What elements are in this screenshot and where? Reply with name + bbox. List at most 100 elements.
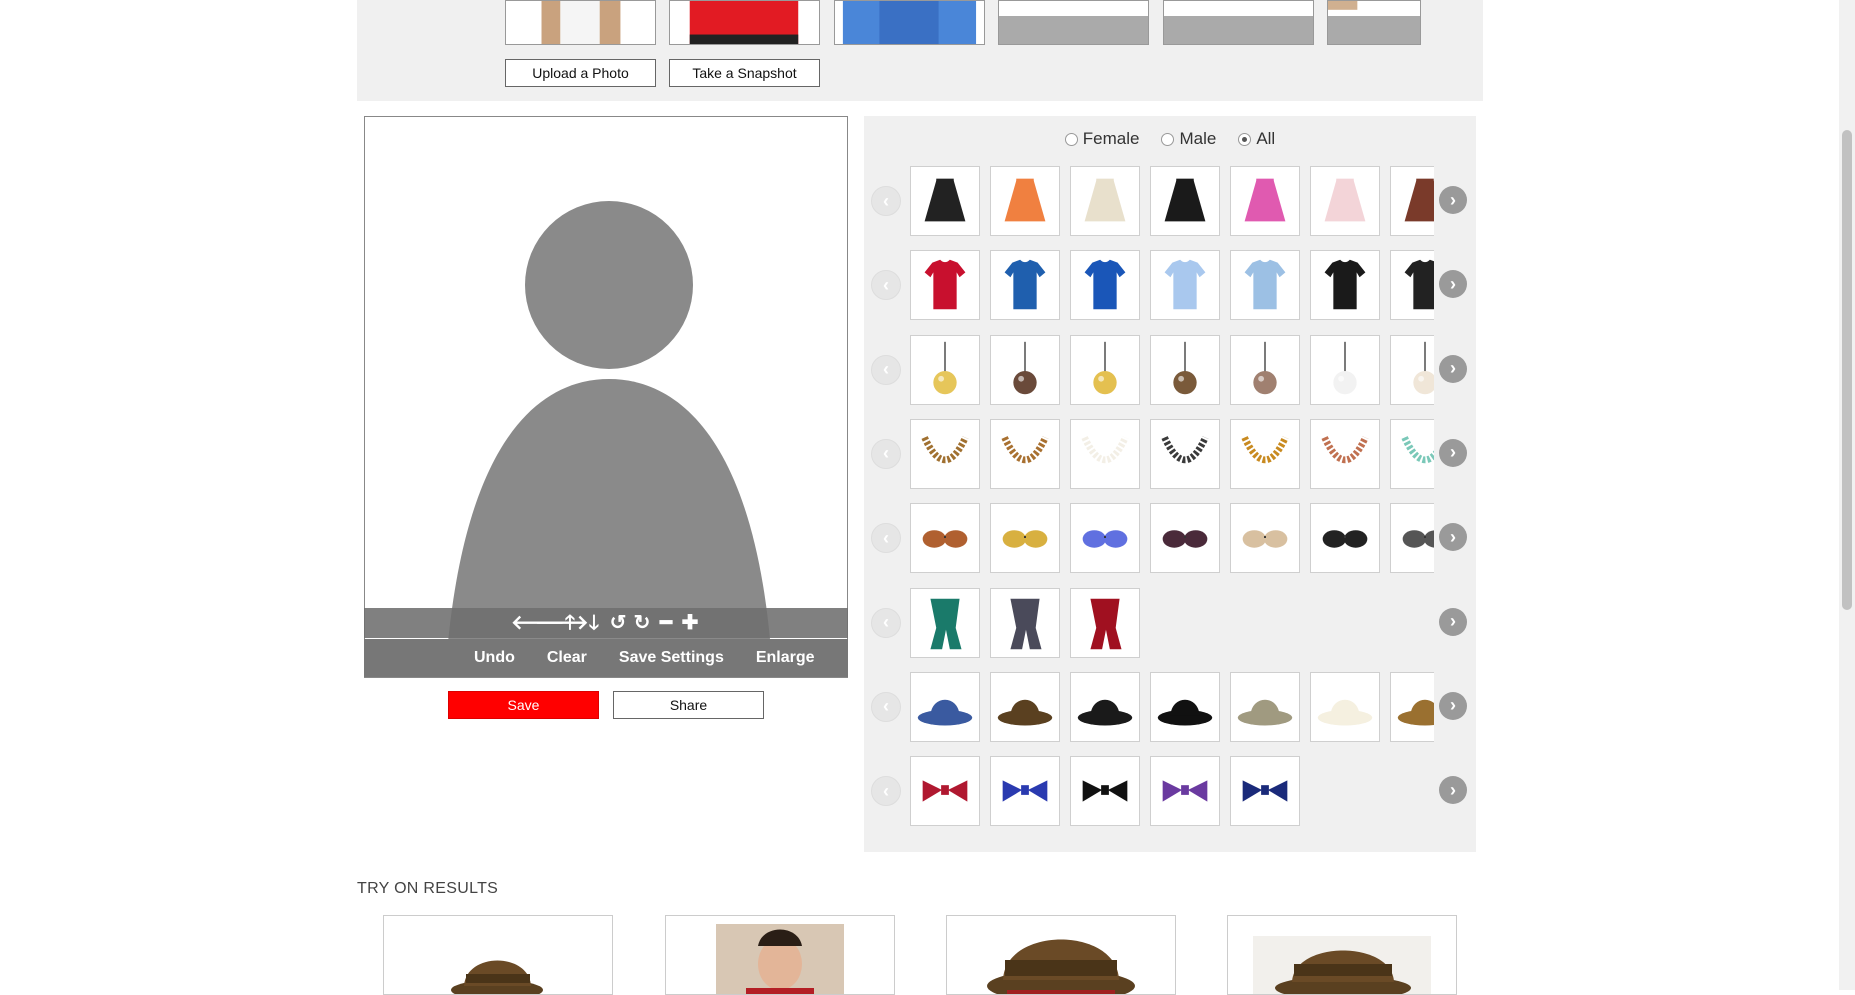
necklaces-item[interactable] — [910, 418, 980, 489]
grow-icon[interactable]: ✚ — [679, 613, 701, 633]
save-settings-button[interactable]: Save Settings — [619, 649, 724, 667]
move-right-icon[interactable]: 🡒 — [535, 613, 589, 633]
scroll-left-icon[interactable]: ‹ — [871, 270, 901, 301]
earrings-item[interactable] — [990, 334, 1060, 405]
result-card[interactable] — [665, 915, 895, 995]
save-button[interactable]: Save — [448, 691, 599, 719]
skirts-item[interactable] — [1230, 166, 1300, 236]
skirts-item[interactable] — [1070, 166, 1140, 236]
sunglasses-item[interactable] — [1150, 503, 1220, 574]
earrings-item[interactable] — [1390, 334, 1434, 405]
hats-item[interactable] — [1390, 671, 1434, 742]
scroll-right-icon[interactable]: › — [1439, 607, 1467, 636]
ties-item[interactable] — [990, 756, 1060, 827]
scroll-left-icon[interactable]: ‹ — [871, 607, 901, 638]
skirts-item[interactable] — [1390, 166, 1434, 236]
empty-photo-slot[interactable] — [1327, 0, 1421, 45]
earrings-item[interactable] — [1230, 334, 1300, 405]
hats-item[interactable] — [910, 671, 980, 742]
necklaces-item[interactable] — [1230, 418, 1300, 489]
scroll-left-icon[interactable]: ‹ — [871, 186, 901, 216]
scroll-right-icon[interactable]: › — [1439, 354, 1467, 383]
move-left-icon[interactable]: 🡐 — [511, 613, 565, 633]
tops-item[interactable] — [990, 250, 1060, 321]
sunglasses-item[interactable] — [990, 503, 1060, 574]
sunglasses-item[interactable] — [910, 503, 980, 574]
move-down-icon[interactable]: 🡓 — [583, 613, 605, 633]
gender-radio[interactable] — [1064, 132, 1078, 146]
scroll-right-icon[interactable]: › — [1439, 776, 1467, 805]
rotate-right-icon[interactable]: ↻ — [631, 613, 653, 633]
scroll-left-icon[interactable]: ‹ — [871, 438, 901, 469]
earrings-item[interactable] — [910, 334, 980, 405]
skirts-item[interactable] — [1150, 166, 1220, 236]
model-photo-thumb[interactable] — [834, 0, 985, 45]
earrings-item[interactable] — [1070, 334, 1140, 405]
necklaces-item[interactable] — [990, 418, 1060, 489]
sunglasses-item[interactable] — [1310, 503, 1380, 574]
scroll-right-icon[interactable]: › — [1439, 523, 1467, 552]
clear-button[interactable]: Clear — [547, 649, 587, 667]
try-on-canvas[interactable] — [364, 116, 848, 678]
share-button[interactable]: Share — [613, 691, 764, 719]
upload-photo-button[interactable]: Upload a Photo — [505, 59, 656, 87]
scrollbar-thumb[interactable] — [1842, 130, 1852, 610]
hats-item[interactable] — [990, 671, 1060, 742]
tops-item[interactable] — [1390, 250, 1434, 321]
scroll-left-icon[interactable]: ‹ — [871, 776, 901, 807]
hats-item[interactable] — [1150, 671, 1220, 742]
scroll-right-icon[interactable]: › — [1439, 438, 1467, 467]
empty-photo-slot[interactable] — [998, 0, 1149, 45]
result-card[interactable] — [383, 915, 613, 995]
earrings-item[interactable] — [1150, 334, 1220, 405]
scroll-left-icon[interactable]: ‹ — [871, 354, 901, 385]
necklaces-item[interactable] — [1310, 418, 1380, 489]
scroll-right-icon[interactable]: › — [1439, 270, 1467, 299]
ties-item[interactable] — [910, 756, 980, 827]
empty-photo-slot[interactable] — [1163, 0, 1314, 45]
result-card[interactable] — [946, 915, 1176, 995]
tops-item[interactable] — [1310, 250, 1380, 321]
scarves-item[interactable] — [990, 587, 1060, 658]
skirts-item[interactable] — [1310, 166, 1380, 236]
ties-item[interactable] — [1150, 756, 1220, 827]
hats-item[interactable] — [1230, 671, 1300, 742]
model-photo-thumb[interactable] — [669, 0, 820, 45]
sunglasses-item[interactable] — [1390, 503, 1434, 574]
scroll-right-icon[interactable]: › — [1439, 186, 1467, 214]
undo-button[interactable]: Undo — [474, 649, 515, 667]
rotate-left-icon[interactable]: ↺ — [607, 613, 629, 633]
gender-option-male[interactable]: Male — [1161, 129, 1216, 149]
result-card[interactable] — [1227, 915, 1457, 995]
sunglasses-item[interactable] — [1230, 503, 1300, 574]
tops-item[interactable] — [1230, 250, 1300, 321]
model-photo-thumb[interactable] — [505, 0, 656, 45]
tops-item[interactable] — [1150, 250, 1220, 321]
gender-option-all[interactable]: All — [1238, 129, 1275, 149]
hats-item[interactable] — [1310, 671, 1380, 742]
sunglasses-item[interactable] — [1070, 503, 1140, 574]
take-snapshot-button[interactable]: Take a Snapshot — [669, 59, 820, 87]
necklaces-item[interactable] — [1390, 418, 1434, 489]
hats-item[interactable] — [1070, 671, 1140, 742]
gender-radio[interactable] — [1238, 132, 1252, 146]
necklaces-item[interactable] — [1150, 418, 1220, 489]
move-up-icon[interactable]: 🡑 — [559, 613, 581, 633]
gender-radio[interactable] — [1161, 132, 1175, 146]
gender-option-female[interactable]: Female — [1064, 129, 1139, 149]
scroll-left-icon[interactable]: ‹ — [871, 523, 901, 554]
scarves-item[interactable] — [910, 587, 980, 658]
scroll-right-icon[interactable]: › — [1439, 691, 1467, 720]
shrink-icon[interactable]: ━ — [655, 613, 677, 633]
skirts-item[interactable] — [910, 166, 980, 236]
scarves-item[interactable] — [1070, 587, 1140, 658]
ties-item[interactable] — [1230, 756, 1300, 827]
page-scrollbar[interactable] — [1839, 0, 1855, 990]
earrings-item[interactable] — [1310, 334, 1380, 405]
enlarge-button[interactable]: Enlarge — [756, 649, 815, 667]
tops-item[interactable] — [1070, 250, 1140, 321]
tops-item[interactable] — [910, 250, 980, 321]
skirts-item[interactable] — [990, 166, 1060, 236]
scroll-left-icon[interactable]: ‹ — [871, 691, 901, 722]
necklaces-item[interactable] — [1070, 418, 1140, 489]
